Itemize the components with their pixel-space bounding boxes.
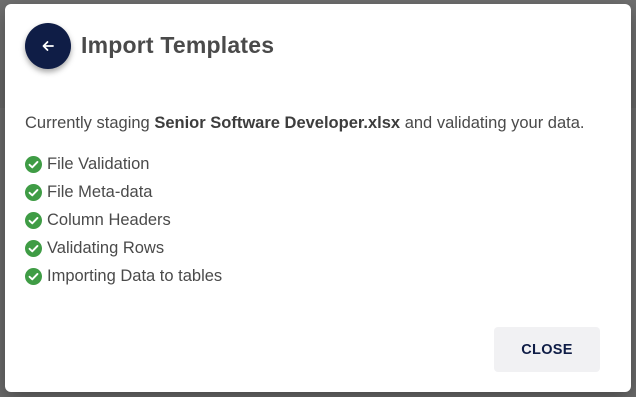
import-step-label: File Validation: [47, 154, 150, 173]
import-dialog: Import Templates Currently staging Senio…: [5, 4, 631, 392]
staging-suffix: and validating your data.: [404, 114, 585, 132]
close-button[interactable]: CLOSE: [494, 327, 600, 372]
import-step: File Meta-data: [25, 178, 222, 206]
import-steps-list: File Validation File Meta-data Column He…: [25, 150, 222, 290]
check-circle-icon: [25, 239, 42, 257]
import-step: Importing Data to tables: [25, 262, 222, 290]
dialog-title: Import Templates: [81, 32, 275, 58]
import-step-label: Validating Rows: [47, 238, 165, 257]
import-step-label: Column Headers: [47, 210, 171, 229]
import-step: Column Headers: [25, 206, 222, 234]
arrow-left-icon: [42, 41, 54, 51]
import-step: File Validation: [25, 150, 222, 178]
check-circle-icon: [25, 211, 42, 229]
check-circle-icon: [25, 155, 42, 173]
import-step-label: Importing Data to tables: [47, 266, 223, 285]
staging-filename: Senior Software Developer.xlsx: [154, 114, 401, 132]
staging-message: Currently staging Senior Software Develo…: [25, 114, 585, 133]
check-circle-icon: [25, 183, 42, 201]
back-button[interactable]: [25, 23, 71, 69]
staging-prefix: Currently staging: [25, 114, 150, 132]
import-step-label: File Meta-data: [47, 182, 153, 201]
check-circle-icon: [25, 267, 42, 285]
import-step: Validating Rows: [25, 234, 222, 262]
